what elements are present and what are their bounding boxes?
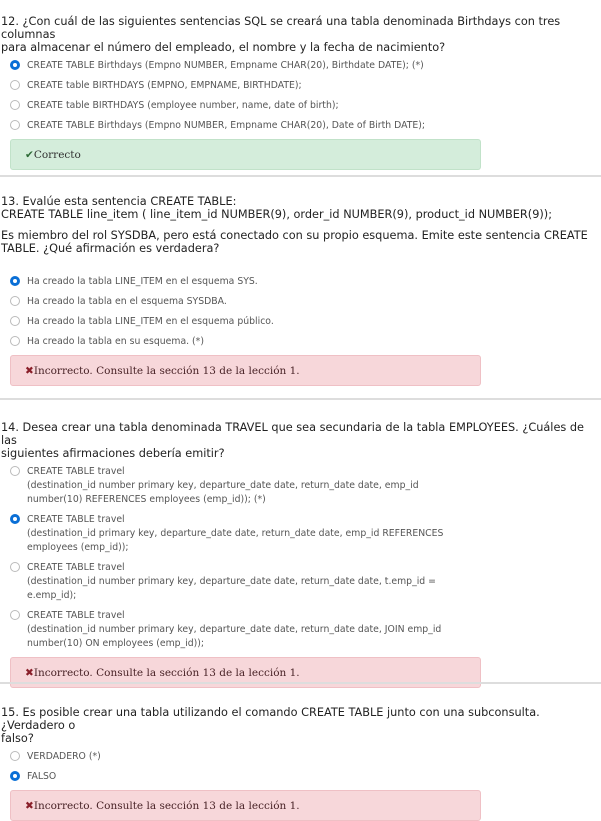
question-text-line [1, 221, 601, 229]
option-text-line: (destination_id primary key, departure_d… [27, 528, 444, 539]
divider [0, 398, 601, 400]
question-text: 13. Evalúe esta sentencia CREATE TABLE: C… [0, 195, 601, 255]
question-13: 13. Evalúe esta sentencia CREATE TABLE: C… [0, 195, 601, 386]
question-text: 14. Desea crear una tabla denominada TRA… [0, 421, 601, 460]
option-text-line: CREATE table BIRTHDAYS (employee number,… [27, 100, 339, 111]
option-text-line: CREATE TABLE travel [27, 466, 125, 477]
radio-unselected-icon[interactable] [10, 562, 20, 572]
radio-unselected-icon[interactable] [10, 296, 20, 306]
option-text: FALSO [27, 770, 56, 784]
radio-selected-icon[interactable] [10, 771, 20, 781]
question-12: 12. ¿Con cuál de las siguientes sentenci… [0, 15, 601, 170]
question-14: 14. Desea crear una tabla denominada TRA… [0, 421, 601, 688]
cross-icon: ✖ [25, 799, 34, 812]
cross-icon: ✖ [25, 364, 34, 377]
option-text: CREATE TABLE travel (destination_id numbe… [27, 609, 441, 651]
question-text-line: 14. Desea crear una tabla denominada TRA… [1, 421, 584, 447]
option-text-line: CREATE table BIRTHDAYS (EMPNO, EMPNAME, … [27, 80, 302, 91]
question-text-line: Es miembro del rol SYSDBA, pero está con… [1, 229, 588, 242]
feedback-text: Incorrecto. Consulte la sección 13 de la… [33, 666, 300, 679]
check-icon: ✔ [25, 148, 34, 161]
answer-option[interactable]: Ha creado la tabla en su esquema. (*) [0, 335, 601, 349]
option-text-line: VERDADERO (*) [27, 751, 101, 762]
question-text-line: 12. ¿Con cuál de las siguientes sentenci… [1, 15, 561, 41]
option-text: CREATE table BIRTHDAYS (EMPNO, EMPNAME, … [27, 79, 302, 93]
answer-option[interactable]: VERDADERO (*) [0, 750, 601, 764]
feedback-correct: ✔ Correcto [10, 139, 481, 170]
option-text-line: CREATE TABLE travel [27, 514, 125, 525]
option-text-line: Ha creado la tabla en su esquema. (*) [27, 336, 204, 347]
answer-option[interactable]: CREATE table BIRTHDAYS (employee number,… [0, 99, 601, 113]
question-text-line: siguientes afirmaciones debería emitir? [1, 447, 225, 460]
answer-option[interactable]: Ha creado la tabla LINE_ITEM en el esque… [0, 315, 601, 329]
question-text-line: para almacenar el número del empleado, e… [1, 41, 446, 54]
feedback-text: Correcto [33, 148, 81, 161]
question-text-line: 15. Es posible crear una tabla utilizand… [1, 706, 540, 732]
answer-option[interactable]: Ha creado la tabla en el esquema SYSDBA. [0, 295, 601, 309]
answer-option[interactable]: CREATE TABLE Birthdays (Empno NUMBER, Em… [0, 119, 601, 133]
feedback-incorrect: ✖ Incorrecto. Consulte la sección 13 de l… [10, 355, 481, 386]
feedback-incorrect: ✖ Incorrecto. Consulte la sección 13 de l… [10, 790, 481, 821]
divider [0, 175, 601, 177]
option-text-line: CREATE TABLE Birthdays (Empno NUMBER, Em… [27, 120, 426, 131]
option-text: Ha creado la tabla en el esquema SYSDBA. [27, 295, 227, 309]
option-text: CREATE TABLE travel (destination_id numbe… [27, 465, 419, 507]
option-text-line: CREATE TABLE travel [27, 562, 125, 573]
radio-unselected-icon[interactable] [10, 120, 20, 130]
option-text: Ha creado la tabla LINE_ITEM en el esque… [27, 275, 258, 289]
feedback-text: Incorrecto. Consulte la sección 13 de la… [33, 799, 300, 812]
option-text-line: number(10) ON employees (emp_id)); [27, 638, 205, 649]
answer-option[interactable]: CREATE TABLE travel (destination_id numbe… [0, 609, 601, 651]
answer-option[interactable]: Ha creado la tabla LINE_ITEM en el esque… [0, 275, 601, 289]
answer-option[interactable]: CREATE TABLE travel (destination_id numbe… [0, 465, 601, 507]
question-text: 15. Es posible crear una tabla utilizand… [0, 706, 601, 745]
option-text-line: (destination_id number primary key, depa… [27, 624, 442, 635]
feedback-text: Incorrecto. Consulte la sección 13 de la… [33, 364, 300, 377]
question-text: 12. ¿Con cuál de las siguientes sentenci… [0, 15, 601, 54]
radio-unselected-icon[interactable] [10, 80, 20, 90]
answer-option[interactable]: CREATE TABLE travel (destination_id prima… [0, 513, 601, 555]
option-text: VERDADERO (*) [27, 750, 101, 764]
answer-option[interactable]: CREATE table BIRTHDAYS (EMPNO, EMPNAME, … [0, 79, 601, 93]
radio-unselected-icon[interactable] [10, 100, 20, 110]
radio-selected-icon[interactable] [10, 276, 20, 286]
question-text-line: 13. Evalúe esta sentencia CREATE TABLE: [1, 195, 237, 208]
divider [0, 682, 601, 684]
option-text: CREATE TABLE travel (destination_id numbe… [27, 561, 436, 603]
option-text-line: FALSO [27, 771, 57, 782]
option-text: CREATE TABLE Birthdays (Empno NUMBER, Em… [27, 59, 424, 73]
option-text-line: employees (emp_id)); [27, 542, 129, 553]
question-text-line: falso? [1, 732, 34, 745]
answer-option[interactable]: CREATE TABLE Birthdays (Empno NUMBER, Em… [0, 59, 601, 73]
answer-option[interactable]: CREATE TABLE travel (destination_id numbe… [0, 561, 601, 603]
radio-unselected-icon[interactable] [10, 316, 20, 326]
option-text: CREATE table BIRTHDAYS (employee number,… [27, 99, 339, 113]
radio-unselected-icon[interactable] [10, 466, 20, 476]
option-text: CREATE TABLE travel (destination_id prima… [27, 513, 443, 555]
option-text: Ha creado la tabla LINE_ITEM en el esque… [27, 315, 274, 329]
radio-unselected-icon[interactable] [10, 336, 20, 346]
question-text-line: CREATE TABLE line_item ( line_item_id NU… [1, 208, 552, 221]
option-text: Ha creado la tabla en su esquema. (*) [27, 335, 204, 349]
option-text-line: CREATE TABLE Birthdays (Empno NUMBER, Em… [27, 60, 424, 71]
option-text-line: Ha creado la tabla LINE_ITEM en el esque… [27, 316, 274, 327]
option-text: CREATE TABLE Birthdays (Empno NUMBER, Em… [27, 119, 425, 133]
radio-unselected-icon[interactable] [10, 751, 20, 761]
radio-selected-icon[interactable] [10, 514, 20, 524]
question-15: 15. Es posible crear una tabla utilizand… [0, 706, 601, 821]
option-text-line: Ha creado la tabla en el esquema SYSDBA. [27, 296, 227, 307]
option-text-line: number(10) REFERENCES employees (emp_id)… [27, 494, 266, 505]
option-text-line: Ha creado la tabla LINE_ITEM en el esque… [27, 276, 258, 287]
option-text-line: e.emp_id); [27, 590, 77, 601]
option-text-line: (destination_id number primary key, depa… [27, 480, 419, 491]
option-text-line: (destination_id number primary key, depa… [27, 576, 436, 587]
option-text-line: CREATE TABLE travel [27, 610, 125, 621]
question-text-line: TABLE. ¿Qué afirmación es verdadera? [1, 242, 220, 255]
radio-selected-icon[interactable] [10, 60, 20, 70]
cross-icon: ✖ [25, 666, 34, 679]
radio-unselected-icon[interactable] [10, 610, 20, 620]
answer-option[interactable]: FALSO [0, 770, 601, 784]
